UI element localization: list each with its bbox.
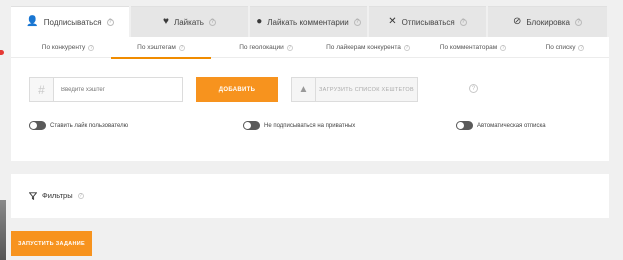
- help-icon[interactable]: ?: [459, 18, 467, 26]
- tab-label: Лайкать комментарии: [267, 17, 349, 27]
- user-icon: 👤: [26, 16, 39, 27]
- toggle-label: Ставить лайк пользователю: [50, 122, 129, 129]
- help-icon[interactable]: ?: [178, 44, 185, 51]
- hashtag-input[interactable]: [54, 78, 182, 101]
- subtab-label: По конкуренту: [41, 44, 86, 51]
- tab-label: Блокировка: [526, 17, 570, 27]
- subtab-competitor[interactable]: По конкуренту ?: [23, 37, 113, 58]
- tab-like-comments[interactable]: ● Лайкать комментарии ?: [250, 6, 367, 37]
- toggle-label: Автоматическая отписка: [477, 122, 546, 129]
- filter-icon: [29, 191, 37, 200]
- tab-label: Отписываться: [401, 17, 455, 27]
- help-icon[interactable]: ?: [77, 192, 84, 199]
- action-tabs: 👤 Подписываться ? ♥ Лайкать ? ● Лайкать …: [11, 6, 609, 37]
- help-icon[interactable]: ?: [500, 44, 507, 51]
- tab-block[interactable]: ⊘ Блокировка ?: [488, 6, 607, 37]
- tab-unfollow[interactable]: ✕ Отписываться ?: [369, 6, 486, 37]
- upload-icon: ▲: [292, 78, 316, 101]
- tab-like[interactable]: ♥ Лайкать ?: [131, 6, 248, 37]
- like-user-toggle[interactable]: [29, 121, 46, 130]
- heart-icon: ♥: [163, 16, 169, 27]
- subtab-label: По комментаторам: [439, 44, 498, 51]
- upload-hashtags-label: ЗАГРУЗИТЬ СПИСОК ХЕШТЕГОВ: [319, 86, 414, 93]
- help-icon[interactable]: ?: [106, 18, 114, 26]
- run-task-button[interactable]: ЗАПУСТИТЬ ЗАДАНИЕ: [11, 231, 92, 256]
- comment-icon: ●: [256, 16, 263, 27]
- left-edge-strip: [0, 200, 6, 260]
- help-icon[interactable]: ?: [469, 84, 478, 93]
- filters-panel: Фильтры ?: [11, 174, 609, 218]
- tab-label: Подписываться: [43, 17, 102, 27]
- subtab-label: По лайкерам конкурента: [326, 44, 401, 51]
- notification-dot: [0, 50, 4, 55]
- hashtag-icon: #: [30, 78, 54, 101]
- skip-private-toggle-row[interactable]: Не подписываться на приватных: [243, 121, 355, 130]
- help-icon[interactable]: ?: [575, 18, 582, 26]
- subtab-hashtags[interactable]: По хэштегам ?: [111, 37, 211, 59]
- auto-unfollow-toggle[interactable]: [456, 121, 473, 130]
- upload-hashtags-button[interactable]: ▲ ЗАГРУЗИТЬ СПИСОК ХЕШТЕГОВ: [291, 77, 418, 102]
- auto-unfollow-toggle-row[interactable]: Автоматическая отписка: [456, 121, 546, 130]
- close-icon: ✕: [388, 16, 397, 27]
- tab-follow[interactable]: 👤 Подписываться ?: [11, 6, 129, 37]
- filters-label: Фильтры: [42, 191, 73, 200]
- ban-icon: ⊘: [513, 16, 522, 27]
- skip-private-toggle[interactable]: [243, 121, 260, 130]
- help-icon[interactable]: ?: [286, 44, 293, 51]
- help-icon[interactable]: ?: [208, 18, 216, 26]
- add-hashtag-button[interactable]: ДОБАВИТЬ: [196, 77, 278, 102]
- source-subtabs: По конкуренту ? По хэштегам ? По геолока…: [11, 37, 609, 59]
- subtab-label: По хэштегам: [137, 44, 176, 51]
- tab-label: Лайкать: [173, 17, 204, 27]
- subtab-label: По списку: [545, 44, 576, 51]
- toggle-label: Не подписываться на приватных: [264, 122, 356, 129]
- help-icon[interactable]: ?: [578, 44, 585, 51]
- subtab-list[interactable]: По списку ?: [525, 37, 605, 58]
- filters-header[interactable]: Фильтры ?: [29, 191, 84, 200]
- subtab-commenters[interactable]: По комментаторам ?: [423, 37, 523, 58]
- help-icon[interactable]: ?: [88, 44, 95, 51]
- subtab-geolocation[interactable]: По геолокации ?: [221, 37, 311, 58]
- subtab-label: По геолокации: [239, 44, 284, 51]
- like-user-toggle-row[interactable]: Ставить лайк пользователю: [29, 121, 128, 130]
- hashtag-field: #: [29, 77, 183, 102]
- subtab-competitor-likers[interactable]: По лайкерам конкурента ?: [313, 37, 423, 58]
- help-icon[interactable]: ?: [403, 44, 410, 51]
- hashtag-panel: По конкуренту ? По хэштегам ? По геолока…: [11, 37, 609, 161]
- help-icon[interactable]: ?: [353, 18, 361, 26]
